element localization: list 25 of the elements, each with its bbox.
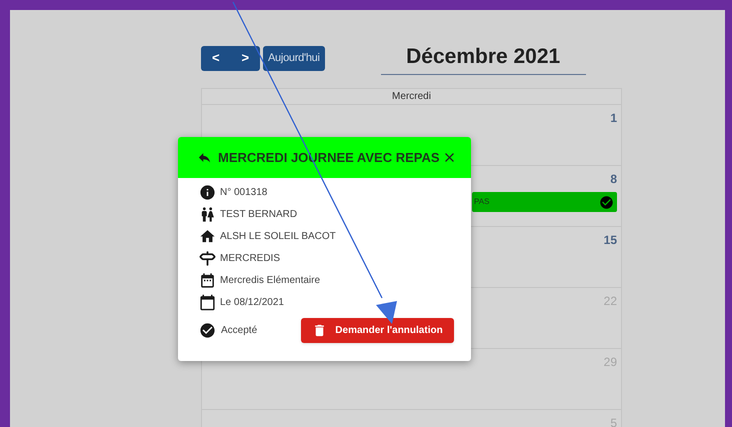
month-title: Décembre 2021 [406, 44, 560, 70]
day-number: 8 [610, 171, 617, 188]
info-icon [199, 184, 216, 200]
reply-icon[interactable] [197, 150, 212, 165]
calendar-range-icon [199, 272, 216, 288]
status-text: Accepté [221, 324, 258, 338]
detail-text: ALSH LE SOLEIL BACOT [220, 230, 336, 244]
today-button[interactable]: Aujourd'hui [263, 46, 325, 70]
next-button[interactable]: > [230, 46, 260, 70]
calendar-icon [199, 294, 216, 310]
column-header: Mercredi [392, 90, 431, 104]
house-icon [199, 228, 216, 244]
day-number: 1 [610, 110, 617, 127]
signpost-icon [199, 250, 216, 266]
previous-button[interactable]: < [201, 46, 230, 70]
detail-text: TEST BERNARD [220, 208, 298, 222]
people-icon [199, 206, 216, 222]
event-bar[interactable]: PAS [472, 192, 617, 212]
check-icon [199, 322, 216, 339]
cancel-request-button[interactable]: Demander l'annulation [301, 318, 454, 343]
detail-text: N° 001318 [220, 186, 268, 200]
day-number: 15 [604, 232, 617, 249]
detail-text: Mercredis Elémentaire [220, 274, 320, 288]
detail-text: MERCREDIS [220, 252, 280, 266]
detail-text: Le 08/12/2021 [220, 296, 284, 310]
